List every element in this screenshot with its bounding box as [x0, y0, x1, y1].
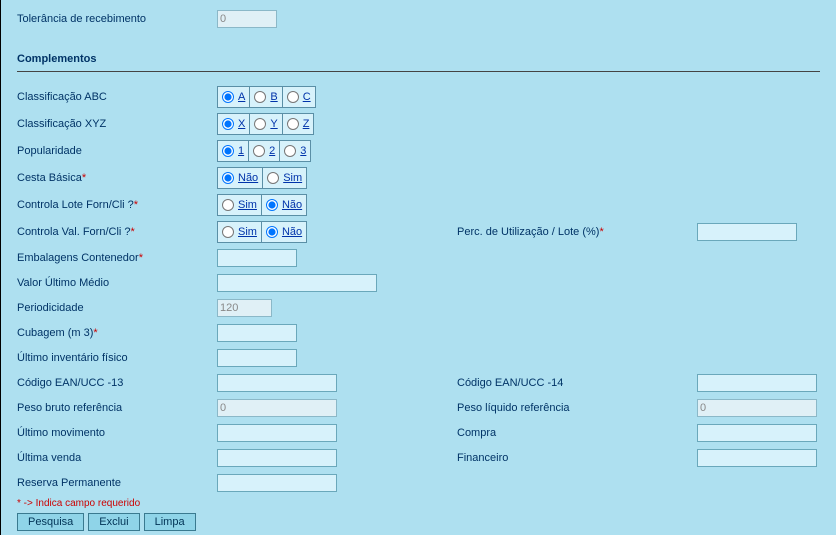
classif-abc-opt-b-label[interactable]: B	[270, 91, 277, 103]
embalagens-label: Embalagens Contenedor	[17, 252, 139, 264]
ean13-label: Código EAN/UCC -13	[17, 377, 217, 389]
ultimo-inv-label: Último inventário físico	[17, 352, 217, 364]
classif-xyz-opt-y-label[interactable]: Y	[270, 118, 277, 130]
ultimo-mov-input[interactable]	[217, 424, 337, 442]
peso-liquido-label: Peso líquido referência	[457, 402, 697, 414]
required-marker: *	[134, 199, 138, 211]
cesta-basica-opt-nao-label[interactable]: Não	[238, 172, 258, 184]
classif-xyz-opt-x-label[interactable]: X	[238, 118, 245, 130]
controla-lote-opt-sim-label[interactable]: Sim	[238, 199, 257, 211]
classif-xyz-opt-y[interactable]	[254, 118, 266, 130]
cesta-basica-group[interactable]: Não Sim	[217, 167, 307, 189]
classif-xyz-opt-z-label[interactable]: Z	[303, 118, 310, 130]
financeiro-label: Financeiro	[457, 452, 697, 464]
cesta-basica-label: Cesta Básica	[17, 172, 82, 184]
reserva-label: Reserva Permanente	[17, 477, 217, 489]
classif-xyz-group[interactable]: X Y Z	[217, 113, 314, 135]
controla-val-opt-nao[interactable]	[266, 226, 278, 238]
cubagem-label: Cubagem (m 3)	[17, 327, 93, 339]
ultimo-mov-label: Último movimento	[17, 427, 217, 439]
valor-ultimo-label: Valor Último Médio	[17, 277, 217, 289]
periodicidade-label: Periodicidade	[17, 302, 217, 314]
classif-xyz-opt-x[interactable]	[222, 118, 234, 130]
classif-xyz-opt-z[interactable]	[287, 118, 299, 130]
popularidade-opt-1[interactable]	[222, 145, 234, 157]
limpa-button[interactable]: Limpa	[144, 513, 196, 531]
controla-lote-label: Controla Lote Forn/Cli ?	[17, 199, 134, 211]
periodicidade-input[interactable]	[217, 299, 272, 317]
ean13-input[interactable]	[217, 374, 337, 392]
cesta-basica-opt-sim[interactable]	[267, 172, 279, 184]
controla-val-opt-sim[interactable]	[222, 226, 234, 238]
classif-abc-opt-c-label[interactable]: C	[303, 91, 311, 103]
embalagens-input[interactable]	[217, 249, 297, 267]
ultima-venda-input[interactable]	[217, 449, 337, 467]
classif-abc-group[interactable]: A B C	[217, 86, 316, 108]
classif-xyz-label: Classificação XYZ	[17, 118, 217, 130]
peso-liquido-input[interactable]	[697, 399, 817, 417]
tolerancia-input[interactable]	[217, 10, 277, 28]
controla-val-group[interactable]: Sim Não	[217, 221, 307, 243]
required-marker: *	[139, 252, 143, 264]
financeiro-input[interactable]	[697, 449, 817, 467]
ultimo-inv-input[interactable]	[217, 349, 297, 367]
cesta-basica-opt-nao[interactable]	[222, 172, 234, 184]
classif-abc-opt-a[interactable]	[222, 91, 234, 103]
divider	[17, 71, 820, 72]
exclui-button[interactable]: Exclui	[88, 513, 139, 531]
compra-label: Compra	[457, 427, 697, 439]
popularidade-opt-2[interactable]	[253, 145, 265, 157]
controla-lote-opt-nao-label[interactable]: Não	[282, 199, 302, 211]
controla-val-opt-sim-label[interactable]: Sim	[238, 226, 257, 238]
section-complementos: Complementos	[17, 53, 820, 65]
popularidade-opt-3-label[interactable]: 3	[300, 145, 306, 157]
classif-abc-opt-a-label[interactable]: A	[238, 91, 245, 103]
cubagem-input[interactable]	[217, 324, 297, 342]
perc-utilizacao-input[interactable]	[697, 223, 797, 241]
cesta-basica-opt-sim-label[interactable]: Sim	[283, 172, 302, 184]
controla-lote-group[interactable]: Sim Não	[217, 194, 307, 216]
ultima-venda-label: Última venda	[17, 452, 217, 464]
classif-abc-label: Classificação ABC	[17, 91, 217, 103]
controla-val-opt-nao-label[interactable]: Não	[282, 226, 302, 238]
perc-utilizacao-label: Perc. de Utilização / Lote (%)	[457, 226, 599, 238]
peso-bruto-input[interactable]	[217, 399, 337, 417]
peso-bruto-label: Peso bruto referência	[17, 402, 217, 414]
pesquisa-button[interactable]: Pesquisa	[17, 513, 84, 531]
popularidade-group[interactable]: 1 2 3	[217, 140, 311, 162]
required-marker: *	[93, 327, 97, 339]
popularidade-label: Popularidade	[17, 145, 217, 157]
required-marker: *	[131, 226, 135, 238]
classif-abc-opt-c[interactable]	[287, 91, 299, 103]
reserva-input[interactable]	[217, 474, 337, 492]
popularidade-opt-2-label[interactable]: 2	[269, 145, 275, 157]
compra-input[interactable]	[697, 424, 817, 442]
popularidade-opt-3[interactable]	[284, 145, 296, 157]
tolerancia-label: Tolerância de recebimento	[17, 13, 217, 25]
popularidade-opt-1-label[interactable]: 1	[238, 145, 244, 157]
required-marker: *	[599, 226, 603, 238]
controla-val-label: Controla Val. Forn/Cli ?	[17, 226, 131, 238]
required-marker: *	[82, 172, 86, 184]
ean14-label: Código EAN/UCC -14	[457, 377, 697, 389]
controla-lote-opt-nao[interactable]	[266, 199, 278, 211]
valor-ultimo-input[interactable]	[217, 274, 377, 292]
required-note: * -> Indica campo requerido	[17, 498, 820, 509]
controla-lote-opt-sim[interactable]	[222, 199, 234, 211]
ean14-input[interactable]	[697, 374, 817, 392]
classif-abc-opt-b[interactable]	[254, 91, 266, 103]
